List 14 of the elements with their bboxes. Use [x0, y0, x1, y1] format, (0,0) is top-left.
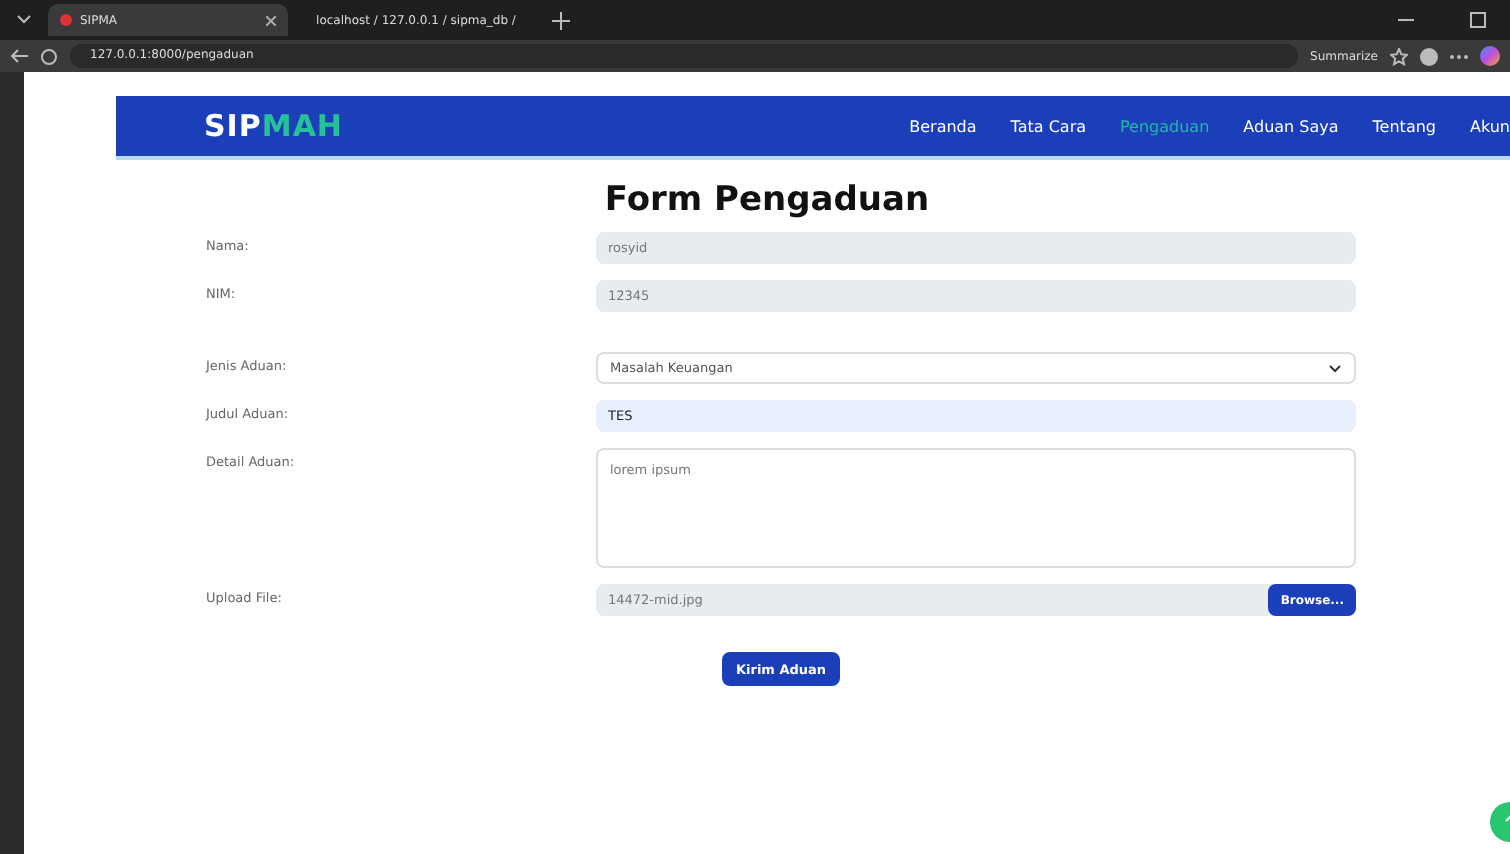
nav-link[interactable]: Tentang	[1372, 117, 1436, 135]
nav-link[interactable]: Beranda	[909, 117, 977, 135]
nav-link[interactable]: Tata Cara	[1010, 117, 1087, 135]
star-icon[interactable]	[1390, 47, 1408, 65]
caret-icon	[1328, 363, 1342, 373]
nav-link[interactable]: Akun	[1470, 117, 1510, 135]
more-icon[interactable]	[1450, 53, 1468, 59]
close-icon[interactable]	[266, 15, 276, 25]
profile-avatar[interactable]	[1420, 47, 1438, 65]
copilot-icon[interactable]	[1480, 46, 1500, 66]
logo[interactable]: SIPMAH	[204, 108, 343, 144]
back-icon[interactable]	[10, 48, 28, 64]
nav-link[interactable]: Aduan Saya	[1243, 117, 1339, 135]
form-title: Form Pengaduan	[602, 180, 932, 220]
